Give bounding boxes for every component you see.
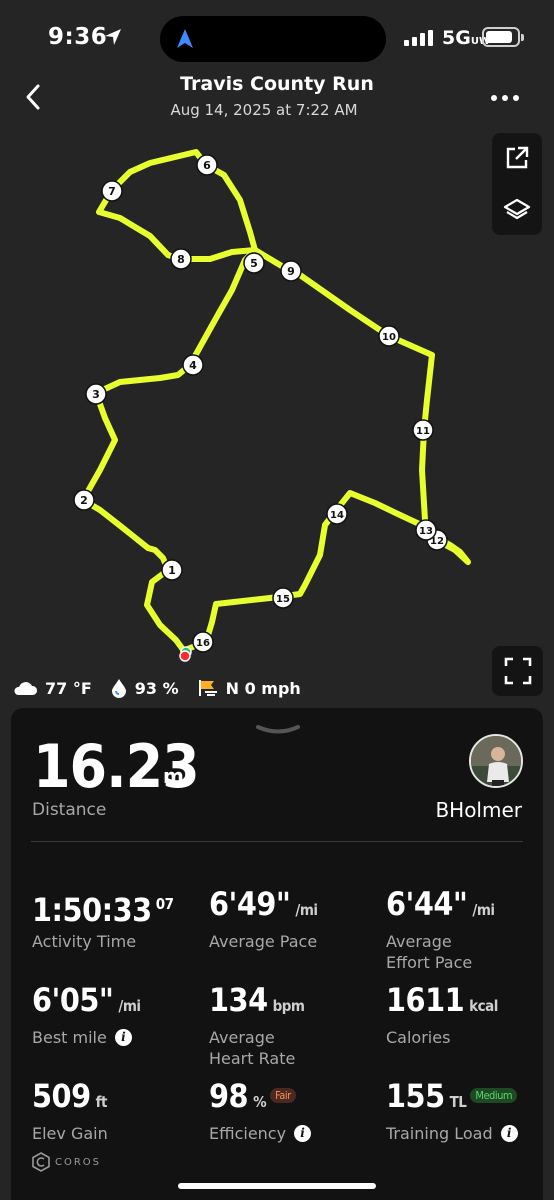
metric-average-pace: 6'49"/mi Average Pace <box>209 885 318 951</box>
mile-marker-5: 5 <box>243 252 265 274</box>
route-map[interactable]: 12345678910111213141516 <box>0 125 554 705</box>
divider <box>31 841 523 842</box>
mile-marker-4: 4 <box>182 354 204 376</box>
mile-marker-8: 8 <box>170 248 192 270</box>
metric-elev-gain: 509 ft Elev Gain <box>32 1077 108 1143</box>
metric-best-mile: 6'05"/mi Best mile i <box>32 981 141 1047</box>
username[interactable]: BHolmer <box>435 798 522 822</box>
cellular-signal-icon <box>404 30 433 46</box>
svg-text:7: 7 <box>108 185 116 198</box>
cloud-icon <box>14 682 38 695</box>
svg-text:2: 2 <box>80 494 88 507</box>
mile-marker-3: 3 <box>85 383 107 405</box>
svg-text:13: 13 <box>419 526 433 537</box>
mile-marker-6: 6 <box>196 154 218 176</box>
mile-marker-1: 1 <box>161 559 183 581</box>
route-line <box>80 149 471 654</box>
svg-text:4: 4 <box>189 359 197 372</box>
more-options-icon[interactable] <box>490 94 520 102</box>
mile-marker-15: 15 <box>272 587 294 609</box>
mile-marker-2: 2 <box>73 489 95 511</box>
mile-marker-9: 9 <box>280 260 302 282</box>
svg-text:9: 9 <box>287 265 295 278</box>
svg-text:10: 10 <box>382 332 396 343</box>
end-point <box>179 650 191 662</box>
svg-text:3: 3 <box>92 388 100 401</box>
info-icon[interactable]: i <box>294 1125 312 1142</box>
svg-text:8: 8 <box>177 253 185 266</box>
share-icon <box>506 146 529 169</box>
metric-activity-time: 1:50:33 07 Activity Time <box>32 891 174 951</box>
activity-datetime: Aug 14, 2025 at 7:22 AM <box>170 101 358 119</box>
svg-text:1: 1 <box>168 564 176 577</box>
distance-label: Distance <box>32 800 107 820</box>
status-bar: 9:36 5GUW <box>0 0 554 70</box>
mile-marker-10: 10 <box>378 325 400 347</box>
svg-text:11: 11 <box>416 426 430 437</box>
map-layers-button[interactable] <box>492 185 542 235</box>
humidity: 93 % <box>134 678 179 698</box>
metric-calories: 1611 kcal Calories <box>386 981 498 1047</box>
avatar[interactable] <box>469 734 523 788</box>
map-tools <box>492 133 542 235</box>
page-title: Travis County Run <box>180 73 374 95</box>
distance-unit: mi <box>163 764 191 788</box>
battery-icon <box>482 27 524 47</box>
mile-marker-14: 14 <box>326 503 348 525</box>
mile-marker-7: 7 <box>101 180 123 202</box>
fullscreen-icon <box>504 657 531 685</box>
location-arrow-icon <box>105 29 121 45</box>
svg-text:5: 5 <box>250 257 258 270</box>
metric-effort-pace: 6'44"/mi Average Effort Pace <box>386 885 495 972</box>
activity-summary-panel: 16.23 mi Distance BHolmer 1:50:33 07 Acti… <box>11 708 543 1200</box>
training-load-badge: Medium <box>470 1088 517 1103</box>
svg-text:16: 16 <box>196 638 210 649</box>
efficiency-badge: Fair <box>270 1088 296 1103</box>
mile-markers: 12345678910111213141516 <box>73 154 448 653</box>
humidity-drop-icon <box>111 679 126 698</box>
share-map-button[interactable] <box>492 133 542 183</box>
wind-flag-icon <box>198 680 217 696</box>
metric-efficiency: 98% Fair Efficiency i <box>209 1077 384 1144</box>
navigation-icon <box>177 29 193 48</box>
svg-text:15: 15 <box>276 594 290 605</box>
mile-marker-11: 11 <box>412 419 434 441</box>
metric-training-load: 155 TL Medium Training Load i <box>386 1077 546 1144</box>
metric-heart-rate: 134 bpm Average Heart Rate <box>209 981 305 1068</box>
drag-handle-icon[interactable] <box>255 724 301 736</box>
svg-text:14: 14 <box>330 510 344 521</box>
status-time: 9:36 <box>48 24 108 50</box>
info-icon[interactable]: i <box>500 1125 518 1142</box>
info-icon[interactable]: i <box>114 1029 132 1046</box>
mile-marker-16: 16 <box>192 631 214 653</box>
coros-logo-icon <box>32 1152 50 1172</box>
home-indicator <box>178 1183 376 1189</box>
fullscreen-button[interactable] <box>492 646 543 696</box>
weather-bar: 77 °F 93 % N 0 mph <box>12 676 319 700</box>
wind: N 0 mph <box>225 678 301 698</box>
mile-marker-13: 13 <box>415 519 437 541</box>
layers-icon <box>503 198 531 220</box>
temperature: 77 °F <box>45 678 92 698</box>
svg-text:6: 6 <box>203 159 211 172</box>
brand-logo: COROS <box>31 1152 101 1172</box>
